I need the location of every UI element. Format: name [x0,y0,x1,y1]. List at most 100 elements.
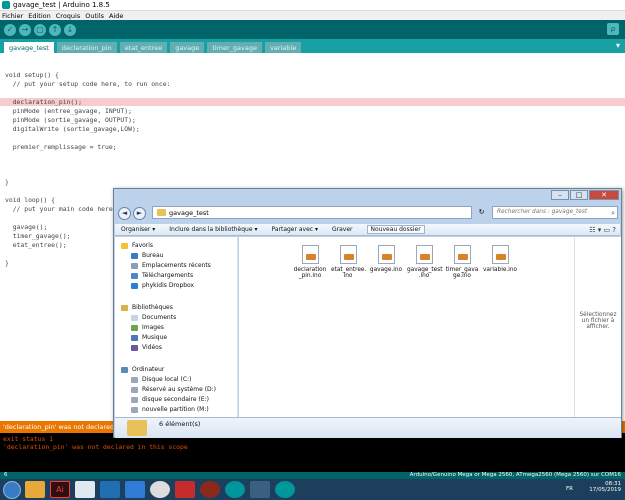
info-taskbar-icon[interactable] [200,481,220,498]
menu-aide[interactable]: Aide [109,12,123,20]
maximize-button[interactable]: □ [570,190,588,200]
file-item[interactable]: gavage.ino [369,245,403,273]
language-indicator[interactable]: FR [566,486,573,492]
tabs-menu-arrow-icon[interactable]: ▾ [616,41,620,50]
organize-button[interactable]: Organiser ▾ [121,226,155,233]
app-taskbar-icon[interactable] [175,481,195,498]
code-line: digitalWrite (sortie_gavage,LOW); [5,125,140,133]
ino-file-icon [453,245,471,264]
tab-gavage[interactable]: gavage [170,42,205,53]
nav-documents[interactable]: Documents [131,313,176,322]
upload-button[interactable]: → [19,23,31,36]
close-button[interactable]: ✕ [589,190,619,200]
back-button[interactable]: ◄ [118,206,131,220]
nav-disque-secondaire[interactable]: disque secondaire (E:) [131,395,209,404]
tab-timer-gavage[interactable]: timer_gavage [207,42,262,53]
desktop-icon [131,252,138,259]
nav-emplacements-recents[interactable]: Emplacements récents [131,261,211,270]
command-bar: Organiser ▾ Inclure dans la bibliothèque… [115,224,620,236]
app-taskbar-icon[interactable] [125,481,145,498]
nav-bibliotheques[interactable]: Bibliothèques [121,303,173,312]
nav-bureau[interactable]: Bureau [131,251,163,260]
minimize-button[interactable]: – [551,190,569,200]
nav-disque-c[interactable]: Disque local (C:) [131,375,191,384]
code-line: } [5,178,9,186]
serial-monitor-button[interactable]: ρ [607,23,619,35]
nav-dropbox[interactable]: phykidis Dropbox [131,281,194,290]
code-line: } [5,259,9,267]
item-count: 6 élément(s) [159,420,201,428]
navigation-row: ◄ ► gavage_test ↻ Rechercher dans : gava… [118,206,618,220]
tab-declaration-pin[interactable]: declaration_pin [56,42,117,53]
file-item[interactable]: gavage_test .ino [407,245,443,279]
tab-variable[interactable]: variable [264,42,302,53]
tab-gavage-test[interactable]: gavage_test [4,42,54,53]
burn-button[interactable]: Graver [332,226,353,233]
nav-musique[interactable]: Musique [131,333,167,342]
explorer-window-taskbar-icon[interactable] [250,481,270,498]
navigation-pane: Favoris Bureau Emplacements récents Télé… [115,237,238,417]
view-options-icon[interactable]: ☷ ▾ ▭ ? [589,226,616,234]
save-button[interactable]: ↓ [64,23,76,36]
nav-ordinateur[interactable]: Ordinateur [121,365,164,374]
computer-icon [121,366,128,373]
file-explorer-taskbar-icon[interactable] [25,481,45,498]
clock[interactable]: 08:31 17/05/2019 [589,481,621,493]
windows-taskbar: Ai FR 08:31 17/05/2019 [0,479,625,500]
code-line: pinMode (sortie_gavage, OUTPUT); [5,116,136,124]
verify-button[interactable]: ✓ [4,23,16,36]
file-list: declaration _pin.ino etat_entree. ino gava… [239,237,574,417]
clock-date: 17/05/2019 [589,487,621,493]
code-line: etat_entree(); [5,241,67,249]
nav-videos[interactable]: Vidéos [131,343,162,352]
illustrator-taskbar-icon[interactable]: Ai [50,481,70,498]
tab-etat-entree[interactable]: etat_entree [119,42,168,53]
preview-text: afficher. [586,324,610,330]
menu-outils[interactable]: Outils [85,12,104,20]
ino-file-icon [415,245,433,264]
forward-button[interactable]: ► [133,206,146,220]
window-controls: – □ ✕ [550,190,619,200]
app-taskbar-icon[interactable] [100,481,120,498]
open-button[interactable]: ↑ [49,23,61,36]
libraries-icon [121,304,128,311]
code-line: void loop() { [5,196,56,204]
documents-icon [131,314,138,321]
images-icon [131,324,138,331]
start-button[interactable] [3,480,21,499]
nav-reserve-systeme[interactable]: Réservé au système (D:) [131,385,216,394]
details-pane: 6 élément(s) [115,417,621,438]
arduino-taskbar-icon[interactable] [225,481,245,498]
file-item[interactable]: etat_entree. ino [331,245,366,279]
drive-icon [131,376,138,383]
menu-croquis[interactable]: Croquis [56,12,80,20]
nav-images[interactable]: Images [131,323,164,332]
drive-icon [131,386,138,393]
code-line: gavage(); [5,223,48,231]
sketch-tabs: gavage_test declaration_pin etat_entree … [0,39,625,53]
refresh-icon[interactable]: ↻ [475,206,488,219]
menu-fichier[interactable]: Fichier [2,12,23,20]
board-info: Arduino/Genuino Mega or Mega 2560, ATmeg… [409,472,621,478]
menu-edition[interactable]: Edition [28,12,51,20]
address-bar[interactable]: gavage_test [152,206,472,219]
address-path: gavage_test [169,208,209,217]
file-item[interactable]: declaration _pin.ino [293,245,327,279]
include-library-button[interactable]: Inclure dans la bibliothèque ▾ [169,226,257,233]
nav-favoris[interactable]: Favoris [121,241,153,250]
code-line: premier_remplissage = true; [5,143,117,151]
nav-nouvelle-partition[interactable]: nouvelle partition (M:) [131,405,209,414]
arduino-app-icon [2,1,10,9]
search-input[interactable]: Rechercher dans : gavage_test ⌕ [492,206,618,219]
share-with-button[interactable]: Partager avec ▾ [271,226,318,233]
star-icon [121,242,128,249]
file-item[interactable]: timer_gava ge.ino [445,245,479,279]
new-button[interactable]: ▢ [34,23,46,36]
teamviewer-taskbar-icon[interactable] [75,481,95,498]
file-item[interactable]: variable.ino [483,245,517,273]
arduino-taskbar-icon[interactable] [275,481,295,498]
new-folder-button[interactable]: Nouveau dossier [366,225,425,234]
console-line: 'declaration_pin' was not declared in th… [3,443,188,451]
nav-telechargements[interactable]: Téléchargements [131,271,193,280]
chrome-taskbar-icon[interactable] [150,481,170,498]
